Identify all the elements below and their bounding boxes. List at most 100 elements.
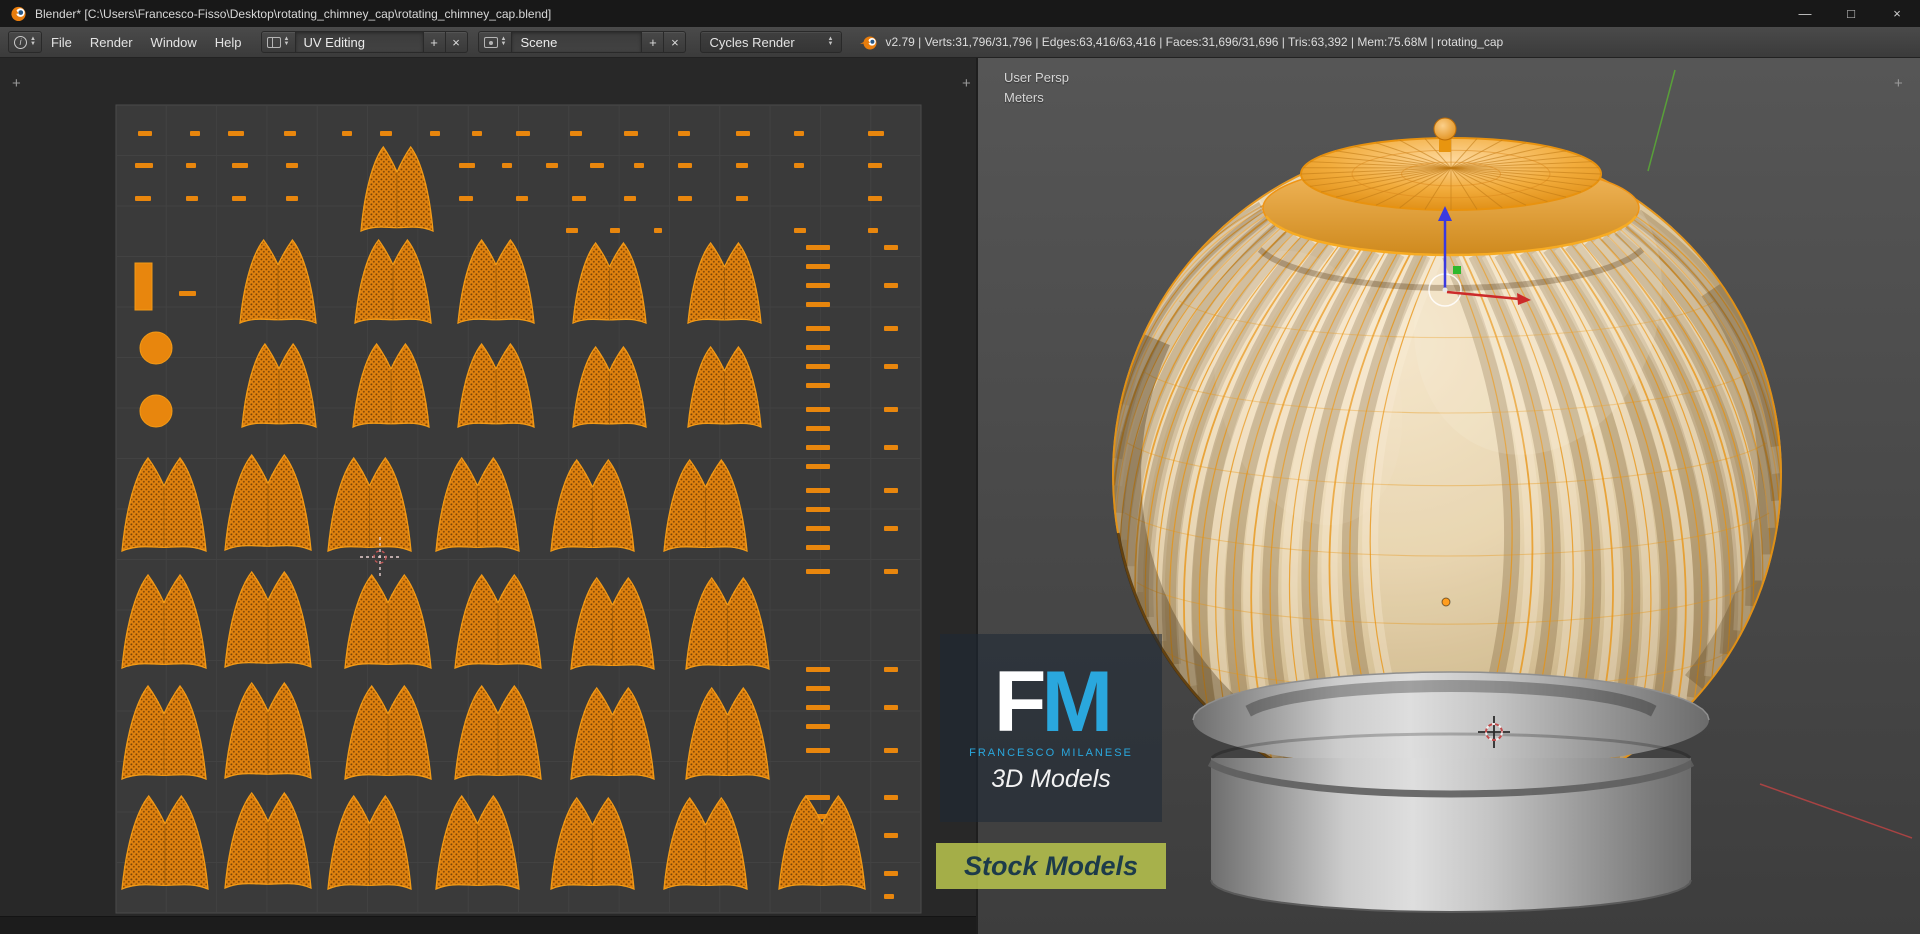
uv-dash[interactable]	[868, 228, 878, 233]
uv-dash[interactable]	[868, 131, 884, 136]
uv-dash[interactable]	[284, 131, 296, 136]
uv-dash[interactable]	[634, 163, 644, 168]
uv-dash[interactable]	[806, 302, 830, 307]
uv-image-editor[interactable]: + +	[0, 58, 978, 934]
delete-scene-button[interactable]: ×	[664, 31, 687, 53]
uv-dash[interactable]	[138, 131, 152, 136]
close-button[interactable]: ×	[1874, 0, 1920, 27]
uv-dash[interactable]	[516, 196, 528, 201]
uv-dash[interactable]	[794, 163, 804, 168]
uv-dash[interactable]	[678, 196, 692, 201]
uv-dash[interactable]	[516, 131, 530, 136]
uv-dash[interactable]	[179, 291, 196, 296]
uv-island-bar[interactable]	[134, 262, 153, 311]
uv-dash[interactable]	[806, 569, 830, 574]
uv-dash[interactable]	[566, 228, 578, 233]
uv-dash[interactable]	[228, 131, 244, 136]
uv-dash[interactable]	[806, 426, 830, 431]
uv-dash[interactable]	[186, 196, 198, 201]
uv-dash[interactable]	[459, 163, 475, 168]
uv-dash[interactable]	[794, 131, 804, 136]
uv-dash[interactable]	[806, 545, 830, 550]
uv-dash[interactable]	[806, 507, 830, 512]
region-toggle-icon[interactable]: +	[962, 75, 971, 92]
viewport-3d[interactable]: + User Persp Meters	[978, 58, 1920, 934]
uv-dash[interactable]	[570, 131, 582, 136]
uv-dash[interactable]	[572, 196, 586, 201]
uv-dash[interactable]	[806, 245, 830, 250]
uv-dash[interactable]	[286, 163, 298, 168]
region-toggle-icon[interactable]: +	[1894, 75, 1903, 92]
render-engine-dropdown[interactable]: Cycles Render ▲ ▼	[700, 31, 843, 53]
uv-dash[interactable]	[624, 196, 636, 201]
uv-dash[interactable]	[806, 464, 830, 469]
menu-render[interactable]: Render	[81, 32, 142, 53]
viewport-canvas[interactable]: +	[978, 58, 1920, 934]
add-scene-button[interactable]: +	[642, 31, 665, 53]
uv-dash[interactable]	[806, 283, 830, 288]
uv-dash[interactable]	[884, 488, 898, 493]
uv-dash[interactable]	[806, 326, 830, 331]
minimize-button[interactable]: —	[1782, 0, 1828, 27]
gizmo-y-handle[interactable]	[1453, 266, 1461, 274]
uv-dash[interactable]	[624, 131, 638, 136]
uv-dash[interactable]	[736, 131, 750, 136]
uv-dash[interactable]	[806, 705, 830, 710]
uv-dash[interactable]	[806, 748, 830, 753]
delete-screen-layout-button[interactable]: ×	[445, 31, 468, 53]
uv-dash[interactable]	[286, 196, 298, 201]
uv-dash[interactable]	[135, 163, 153, 168]
maximize-button[interactable]: □	[1828, 0, 1874, 27]
uv-dash[interactable]	[380, 131, 392, 136]
uv-dash[interactable]	[736, 196, 748, 201]
screen-layout-field[interactable]: UV Editing	[295, 31, 424, 53]
menu-window[interactable]: Window	[142, 32, 206, 53]
uv-dash[interactable]	[590, 163, 604, 168]
uv-dash[interactable]	[868, 163, 882, 168]
uv-dash[interactable]	[190, 131, 200, 136]
uv-island-circle[interactable]	[139, 331, 173, 365]
scene-field[interactable]: Scene	[512, 31, 643, 53]
region-toggle-icon[interactable]: +	[12, 75, 21, 92]
uv-dash[interactable]	[806, 407, 830, 412]
scene-browse-button[interactable]: ▲ ▼	[477, 31, 513, 53]
screen-layout-browse-button[interactable]: ▲ ▼	[260, 31, 296, 53]
add-screen-layout-button[interactable]: +	[423, 31, 446, 53]
uv-dash[interactable]	[135, 196, 151, 201]
uv-dash[interactable]	[806, 383, 830, 388]
uv-dash[interactable]	[884, 795, 898, 800]
uv-dash[interactable]	[806, 667, 830, 672]
uv-dash[interactable]	[546, 163, 558, 168]
uv-dash[interactable]	[884, 526, 898, 531]
uv-dash[interactable]	[884, 894, 894, 899]
uv-dash[interactable]	[884, 833, 898, 838]
uv-editor-canvas[interactable]: + +	[0, 58, 978, 934]
uv-dash[interactable]	[884, 705, 898, 710]
uv-dash[interactable]	[884, 283, 898, 288]
uv-dash[interactable]	[884, 569, 898, 574]
uv-dash[interactable]	[806, 724, 830, 729]
uv-dash[interactable]	[806, 488, 830, 493]
menu-help[interactable]: Help	[206, 32, 251, 53]
menu-file[interactable]: File	[42, 32, 81, 53]
uv-dash[interactable]	[459, 196, 473, 201]
uv-dash[interactable]	[232, 196, 246, 201]
uv-dash[interactable]	[884, 748, 898, 753]
uv-dash[interactable]	[610, 228, 620, 233]
uv-dash[interactable]	[678, 131, 690, 136]
uv-dash[interactable]	[342, 131, 352, 136]
uv-dash[interactable]	[806, 264, 830, 269]
uv-island-circle[interactable]	[139, 394, 173, 428]
uv-dash[interactable]	[794, 228, 806, 233]
uv-dash[interactable]	[884, 407, 898, 412]
uv-dash[interactable]	[884, 871, 898, 876]
uv-dash[interactable]	[806, 526, 830, 531]
uv-dash[interactable]	[186, 163, 196, 168]
uv-dash[interactable]	[806, 686, 830, 691]
uv-dash[interactable]	[502, 163, 512, 168]
uv-dash[interactable]	[884, 445, 898, 450]
uv-dash[interactable]	[472, 131, 482, 136]
editor-type-selector[interactable]: i ▲ ▼	[8, 31, 42, 53]
uv-dash[interactable]	[806, 795, 830, 800]
uv-dash[interactable]	[806, 345, 830, 350]
